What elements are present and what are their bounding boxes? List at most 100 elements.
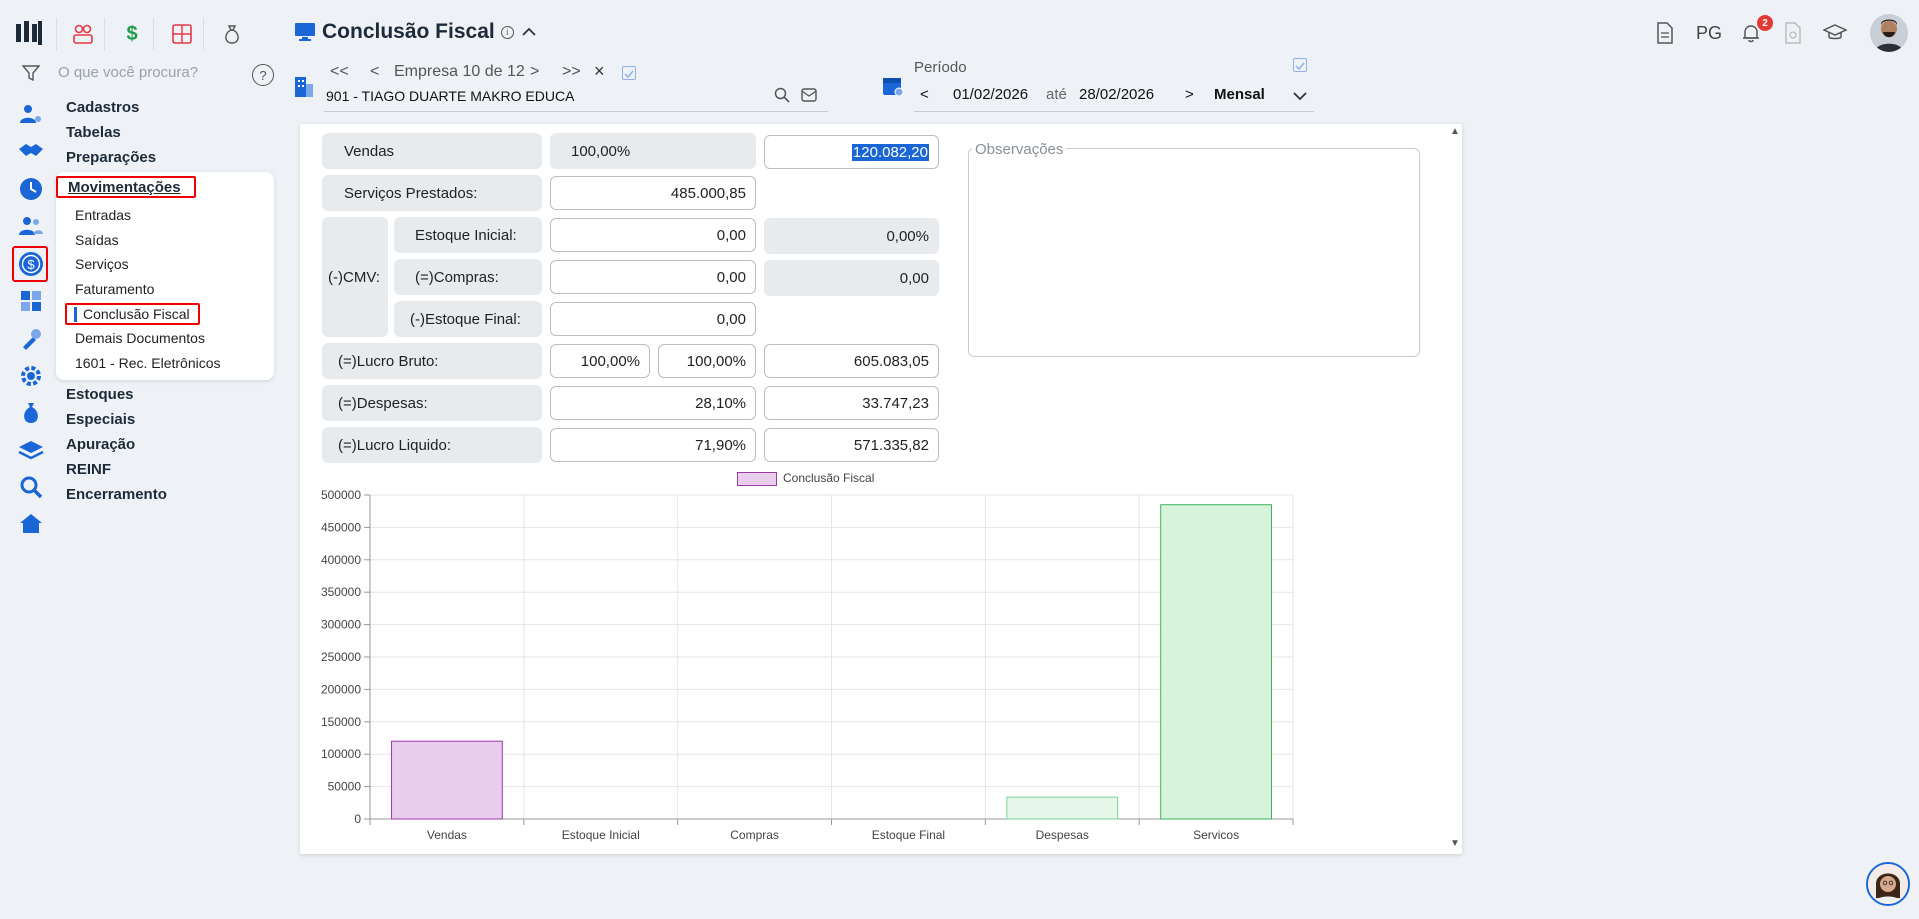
chevron-up-icon[interactable]	[520, 25, 538, 39]
info-icon[interactable]: i	[500, 25, 514, 39]
menu-tabelas[interactable]: Tabelas	[66, 124, 121, 141]
calculator-icon[interactable]	[170, 22, 194, 46]
submenu-rec-eletronicos[interactable]: 1601 - Rec. Eletrônicos	[75, 355, 221, 371]
calendar-icon	[882, 75, 904, 102]
chevron-down-icon[interactable]	[1292, 89, 1308, 107]
close-icon[interactable]: ×	[594, 61, 605, 82]
y-tick-label: 0	[354, 812, 361, 826]
servicos-value-input[interactable]: 485.000,85	[550, 176, 756, 210]
next-company-button[interactable]: >	[530, 63, 539, 81]
last-company-button[interactable]: >>	[562, 63, 581, 81]
estoque-final-label: (-)Estoque Final:	[394, 301, 542, 337]
tools-icon[interactable]	[18, 326, 44, 352]
lucro-liquido-value[interactable]: 571.335,82	[764, 428, 939, 462]
help-icon[interactable]: ?	[252, 64, 274, 86]
x-tick-label: Compras	[730, 828, 779, 842]
menu-preparacoes[interactable]: Preparações	[66, 149, 156, 166]
vendas-percent: 100,00%	[550, 133, 756, 169]
company-underline	[324, 111, 828, 112]
observacoes-textarea[interactable]	[968, 148, 1420, 357]
submenu-demais-documentos[interactable]: Demais Documentos	[75, 330, 205, 346]
submenu-servicos[interactable]: Serviços	[75, 256, 129, 272]
page-title: Conclusão Fiscal	[322, 20, 495, 43]
filter-icon[interactable]	[21, 65, 41, 86]
estoque-inicial-percent: 0,00%	[764, 218, 939, 254]
active-indicator	[74, 307, 77, 322]
y-tick-label: 200000	[321, 682, 361, 696]
lucro-liquido-percent[interactable]: 71,90%	[550, 428, 756, 462]
menu-reinf[interactable]: REINF	[66, 461, 111, 478]
search-input[interactable]	[58, 64, 258, 81]
layers-icon[interactable]	[18, 437, 44, 463]
gear-icon[interactable]	[18, 363, 44, 389]
finance-dollar-icon[interactable]: $	[18, 251, 44, 277]
y-tick-label: 450000	[321, 520, 361, 534]
estoque-inicial-input[interactable]: 0,00	[550, 218, 756, 252]
scroll-up-arrow[interactable]: ▲	[1450, 126, 1460, 137]
menu-encerramento[interactable]: Encerramento	[66, 486, 167, 503]
money-bag-icon[interactable]	[220, 22, 244, 46]
divider	[56, 18, 57, 50]
divider	[104, 18, 105, 50]
submenu-conclusao-fiscal[interactable]: Conclusão Fiscal	[83, 306, 190, 322]
period-start-date[interactable]: 01/02/2026	[953, 86, 1028, 103]
first-company-button[interactable]: <<	[330, 63, 349, 81]
notification-badge: 2	[1757, 15, 1773, 31]
compras-input[interactable]: 0,00	[550, 260, 756, 294]
despesas-value[interactable]: 33.747,23	[764, 386, 939, 420]
home-icon[interactable]	[18, 510, 44, 536]
company-name[interactable]: 901 - TIAGO DUARTE MAKRO EDUCA	[326, 88, 574, 104]
despesas-percent[interactable]: 28,10%	[550, 386, 756, 420]
menu-movimentacoes[interactable]: Movimentações	[68, 179, 181, 196]
scroll-down-arrow[interactable]: ▼	[1450, 838, 1460, 849]
pg-icon[interactable]: PG	[1696, 23, 1722, 44]
x-tick-label: Estoque Final	[872, 828, 945, 842]
period-label: Período	[914, 59, 967, 76]
y-tick-label: 400000	[321, 553, 361, 567]
magnifier-icon[interactable]	[18, 474, 44, 500]
users-icon[interactable]	[18, 213, 44, 239]
email-icon[interactable]	[801, 88, 817, 107]
period-mode-select[interactable]: Mensal	[1214, 86, 1265, 103]
search-icon[interactable]	[774, 87, 790, 108]
submenu-faturamento[interactable]: Faturamento	[75, 281, 154, 297]
document-icon[interactable]	[1655, 22, 1675, 49]
dashboard-icon[interactable]	[18, 288, 44, 314]
submenu-saidas[interactable]: Saídas	[75, 232, 119, 248]
lucro-bruto-percent-2[interactable]: 100,00%	[658, 344, 756, 378]
menu-apuracao[interactable]: Apuração	[66, 436, 135, 453]
menu-cadastros[interactable]: Cadastros	[66, 99, 139, 116]
vendas-value-input[interactable]: 120.082,20	[764, 135, 939, 169]
x-tick-label: Servicos	[1193, 828, 1239, 842]
report-icon[interactable]	[1783, 22, 1803, 49]
people-icon[interactable]	[71, 22, 95, 46]
submenu-entradas[interactable]: Entradas	[75, 207, 131, 223]
y-tick-label: 100000	[321, 747, 361, 761]
user-avatar[interactable]	[1870, 14, 1908, 52]
dollar-icon[interactable]: $	[120, 22, 144, 46]
lucro-liquido-label: (=)Lucro Liquido:	[322, 427, 542, 463]
estoque-final-input[interactable]: 0,00	[550, 302, 756, 336]
x-tick-label: Vendas	[427, 828, 467, 842]
prev-period-button[interactable]: <	[920, 86, 929, 103]
user-settings-icon[interactable]	[18, 101, 44, 127]
company-checkbox[interactable]	[622, 66, 636, 80]
assistant-avatar[interactable]	[1866, 862, 1910, 906]
menu-especiais[interactable]: Especiais	[66, 411, 135, 428]
svg-text:$: $	[27, 257, 35, 272]
graduation-cap-icon[interactable]	[1822, 22, 1848, 49]
y-tick-label: 500000	[321, 488, 361, 502]
period-checkbox[interactable]	[1293, 58, 1307, 72]
app-logo[interactable]	[14, 18, 44, 48]
clock-icon[interactable]	[18, 176, 44, 202]
lucro-bruto-value[interactable]: 605.083,05	[764, 344, 939, 378]
menu-estoques[interactable]: Estoques	[66, 386, 134, 403]
page-header: Conclusão Fiscal i	[294, 20, 538, 44]
period-end-date[interactable]: 28/02/2026	[1079, 86, 1154, 103]
money-sack-icon[interactable]	[18, 400, 44, 426]
submenu-panel	[56, 172, 274, 380]
next-period-button[interactable]: >	[1185, 86, 1194, 103]
lucro-bruto-percent-1[interactable]: 100,00%	[550, 344, 650, 378]
handshake-icon[interactable]	[18, 138, 44, 164]
prev-company-button[interactable]: <	[370, 63, 379, 81]
